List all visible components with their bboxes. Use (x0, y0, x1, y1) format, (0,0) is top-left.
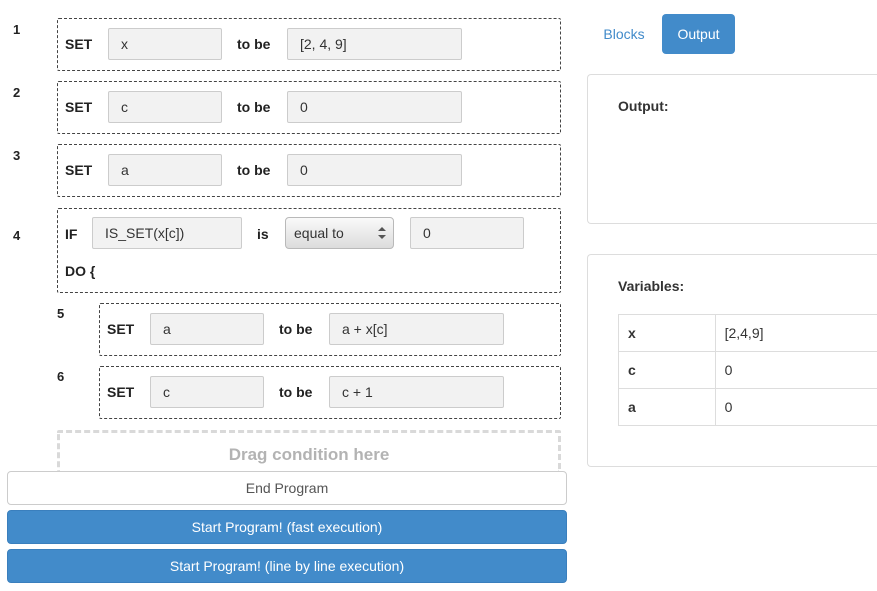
start-fast-button[interactable]: Start Program! (fast execution) (7, 510, 567, 544)
end-program-button[interactable]: End Program (7, 471, 567, 505)
start-line-by-line-button[interactable]: Start Program! (line by line execution) (7, 549, 567, 583)
select-arrows-icon (378, 227, 386, 239)
set-block[interactable]: SET a to be 0 (57, 144, 561, 197)
variable-input[interactable]: a (108, 154, 222, 186)
variable-value: 0 (714, 351, 877, 389)
variable-input[interactable]: c (108, 91, 222, 123)
line-number: 5 (57, 306, 65, 321)
set-keyword: SET (65, 36, 93, 52)
variable-value: 0 (714, 388, 877, 426)
value-input[interactable]: a + x[c] (329, 313, 504, 345)
set-keyword: SET (65, 162, 93, 178)
table-row: x [2,4,9] (618, 314, 877, 352)
value-input[interactable]: 0 (287, 154, 462, 186)
is-label: is (257, 226, 269, 242)
to-be-label: to be (279, 321, 313, 337)
variables-table: x [2,4,9] c 0 a 0 (618, 314, 877, 426)
to-be-label: to be (237, 36, 271, 52)
if-keyword: IF (65, 226, 78, 242)
to-be-label: to be (237, 162, 271, 178)
set-keyword: SET (65, 99, 93, 115)
variable-value: [2,4,9] (714, 314, 877, 352)
variable-input[interactable]: a (150, 313, 264, 345)
value-input[interactable]: [2, 4, 9] (287, 28, 462, 60)
dropzone-label: Drag condition here (228, 445, 390, 464)
set-keyword: SET (107, 384, 135, 400)
set-block[interactable]: SET c to be c + 1 (99, 366, 561, 419)
do-label: DO { (65, 263, 96, 279)
to-be-label: to be (279, 384, 313, 400)
variable-input[interactable]: x (108, 28, 222, 60)
to-be-label: to be (237, 99, 271, 115)
condition-input[interactable]: IS_SET(x[c]) (92, 217, 242, 249)
table-row: a 0 (618, 388, 877, 426)
if-block[interactable]: IF IS_SET(x[c]) is equal to 0 DO { (57, 208, 561, 293)
condition-dropzone[interactable]: Drag condition here (57, 430, 561, 472)
compare-input[interactable]: 0 (410, 217, 524, 249)
variable-name: x (618, 314, 716, 352)
value-input[interactable]: 0 (287, 91, 462, 123)
tab-blocks[interactable]: Blocks (588, 14, 660, 54)
line-number: 6 (57, 369, 65, 384)
variable-input[interactable]: c (150, 376, 264, 408)
variables-title: Variables: (618, 278, 685, 294)
set-block[interactable]: SET c to be 0 (57, 81, 561, 134)
set-block[interactable]: SET a to be a + x[c] (99, 303, 561, 356)
line-number: 1 (13, 22, 21, 37)
variable-name: c (618, 351, 716, 389)
value-input[interactable]: c + 1 (329, 376, 504, 408)
output-panel: Output: (587, 74, 877, 224)
tab-output[interactable]: Output (662, 14, 735, 54)
variable-name: a (618, 388, 716, 426)
line-number: 4 (13, 228, 21, 243)
operator-select[interactable]: equal to (285, 217, 394, 249)
table-row: c 0 (618, 351, 877, 389)
set-keyword: SET (107, 321, 135, 337)
output-title: Output: (618, 98, 669, 114)
operator-value: equal to (294, 225, 344, 241)
line-number: 3 (13, 148, 21, 163)
line-number: 2 (13, 85, 21, 100)
set-block[interactable]: SET x to be [2, 4, 9] (57, 18, 561, 71)
